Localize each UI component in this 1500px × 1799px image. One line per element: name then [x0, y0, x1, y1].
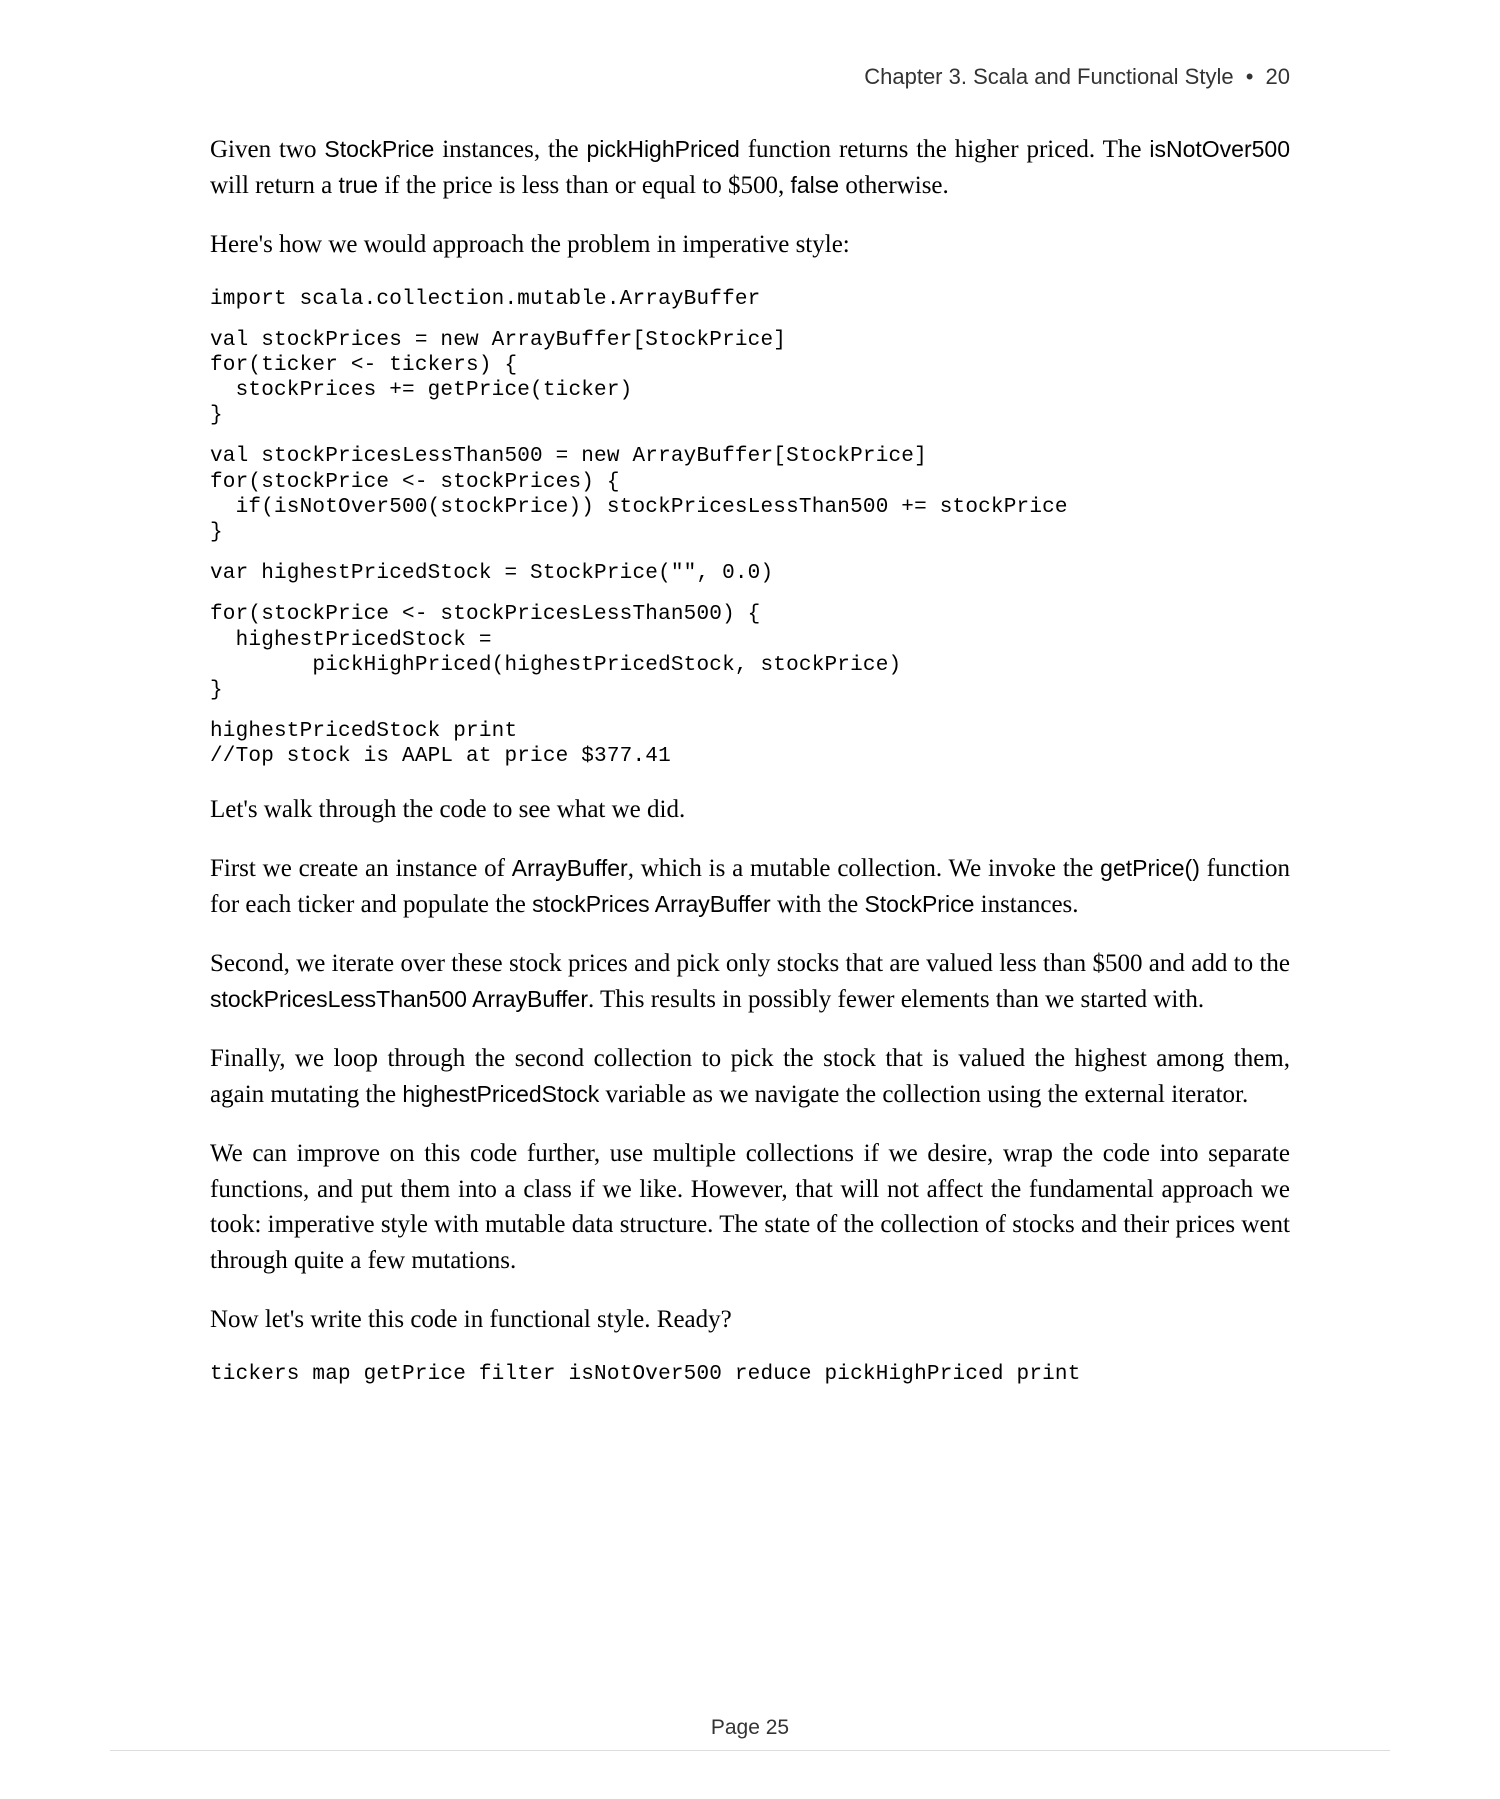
code-inline: pickHighPriced [586, 136, 739, 162]
code-inline: StockPrice [324, 136, 434, 162]
code-inline: stockPricesLessThan500 ArrayBuffer [210, 986, 588, 1012]
code-block-3: val stockPricesLessThan500 = new ArrayBu… [210, 444, 1290, 545]
code-inline: getPrice() [1100, 855, 1200, 881]
chapter-label: Chapter 3. Scala and Functional Style [864, 64, 1233, 89]
code-block-5: for(stockPrice <- stockPricesLessThan500… [210, 602, 1290, 703]
header-bullet: • [1246, 64, 1254, 89]
page: Chapter 3. Scala and Functional Style • … [0, 0, 1500, 1799]
paragraph-2: Here's how we would approach the problem… [210, 227, 1290, 263]
paragraph-8: Now let's write this code in functional … [210, 1302, 1290, 1338]
code-inline: stockPrices ArrayBuffer [532, 891, 771, 917]
code-inline: true [338, 172, 378, 198]
code-block-2: val stockPrices = new ArrayBuffer[StockP… [210, 328, 1290, 429]
code-block-4: var highestPricedStock = StockPrice("", … [210, 561, 1290, 586]
code-inline: isNotOver500 [1149, 136, 1290, 162]
paragraph-4: First we create an instance of ArrayBuff… [210, 851, 1290, 922]
page-number: Page 25 [711, 1716, 789, 1739]
paragraph-6: Finally, we loop through the second coll… [210, 1041, 1290, 1112]
code-block-6: highestPricedStock print //Top stock is … [210, 719, 1290, 769]
page-header: Chapter 3. Scala and Functional Style • … [210, 60, 1290, 90]
code-inline: ArrayBuffer [512, 855, 628, 881]
code-block-1: import scala.collection.mutable.ArrayBuf… [210, 287, 1290, 312]
code-inline: false [790, 172, 839, 198]
paragraph-7: We can improve on this code further, use… [210, 1136, 1290, 1278]
paragraph-5: Second, we iterate over these stock pric… [210, 946, 1290, 1017]
footer-rule [110, 1750, 1390, 1751]
paragraph-3: Let's walk through the code to see what … [210, 792, 1290, 828]
paragraph-1: Given two StockPrice instances, the pick… [210, 132, 1290, 203]
code-block-7: tickers map getPrice filter isNotOver500… [210, 1362, 1290, 1387]
chapter-page-number: 20 [1266, 64, 1290, 89]
code-inline: StockPrice [864, 891, 974, 917]
code-inline: highestPricedStock [402, 1081, 599, 1107]
page-footer: Page 25 [0, 1716, 1500, 1751]
